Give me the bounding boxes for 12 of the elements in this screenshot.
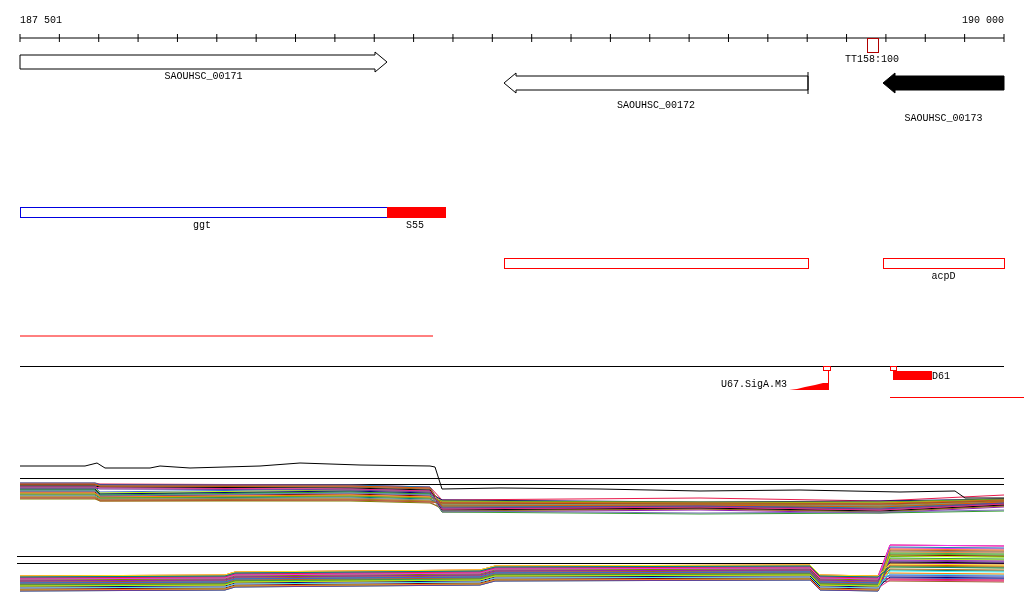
promoter-label: D61 [932, 371, 950, 382]
gene-label: SAOUHSC_00171 [164, 71, 243, 82]
promoter-label: U67.SigA.M3 [721, 379, 787, 390]
feature-label: S55 [406, 220, 424, 231]
gene-label: SAOUHSC_00173 [904, 113, 983, 124]
region-label: acpD [931, 271, 956, 282]
feature-label: ggt [193, 220, 211, 231]
ruler-start-label: 187 501 [20, 15, 62, 26]
gene-label: SAOUHSC_00172 [617, 100, 695, 111]
ruler-end-label: 190 000 [962, 15, 1004, 26]
terminator-label: TT158:100 [845, 54, 899, 65]
terminator-marker [867, 38, 879, 53]
